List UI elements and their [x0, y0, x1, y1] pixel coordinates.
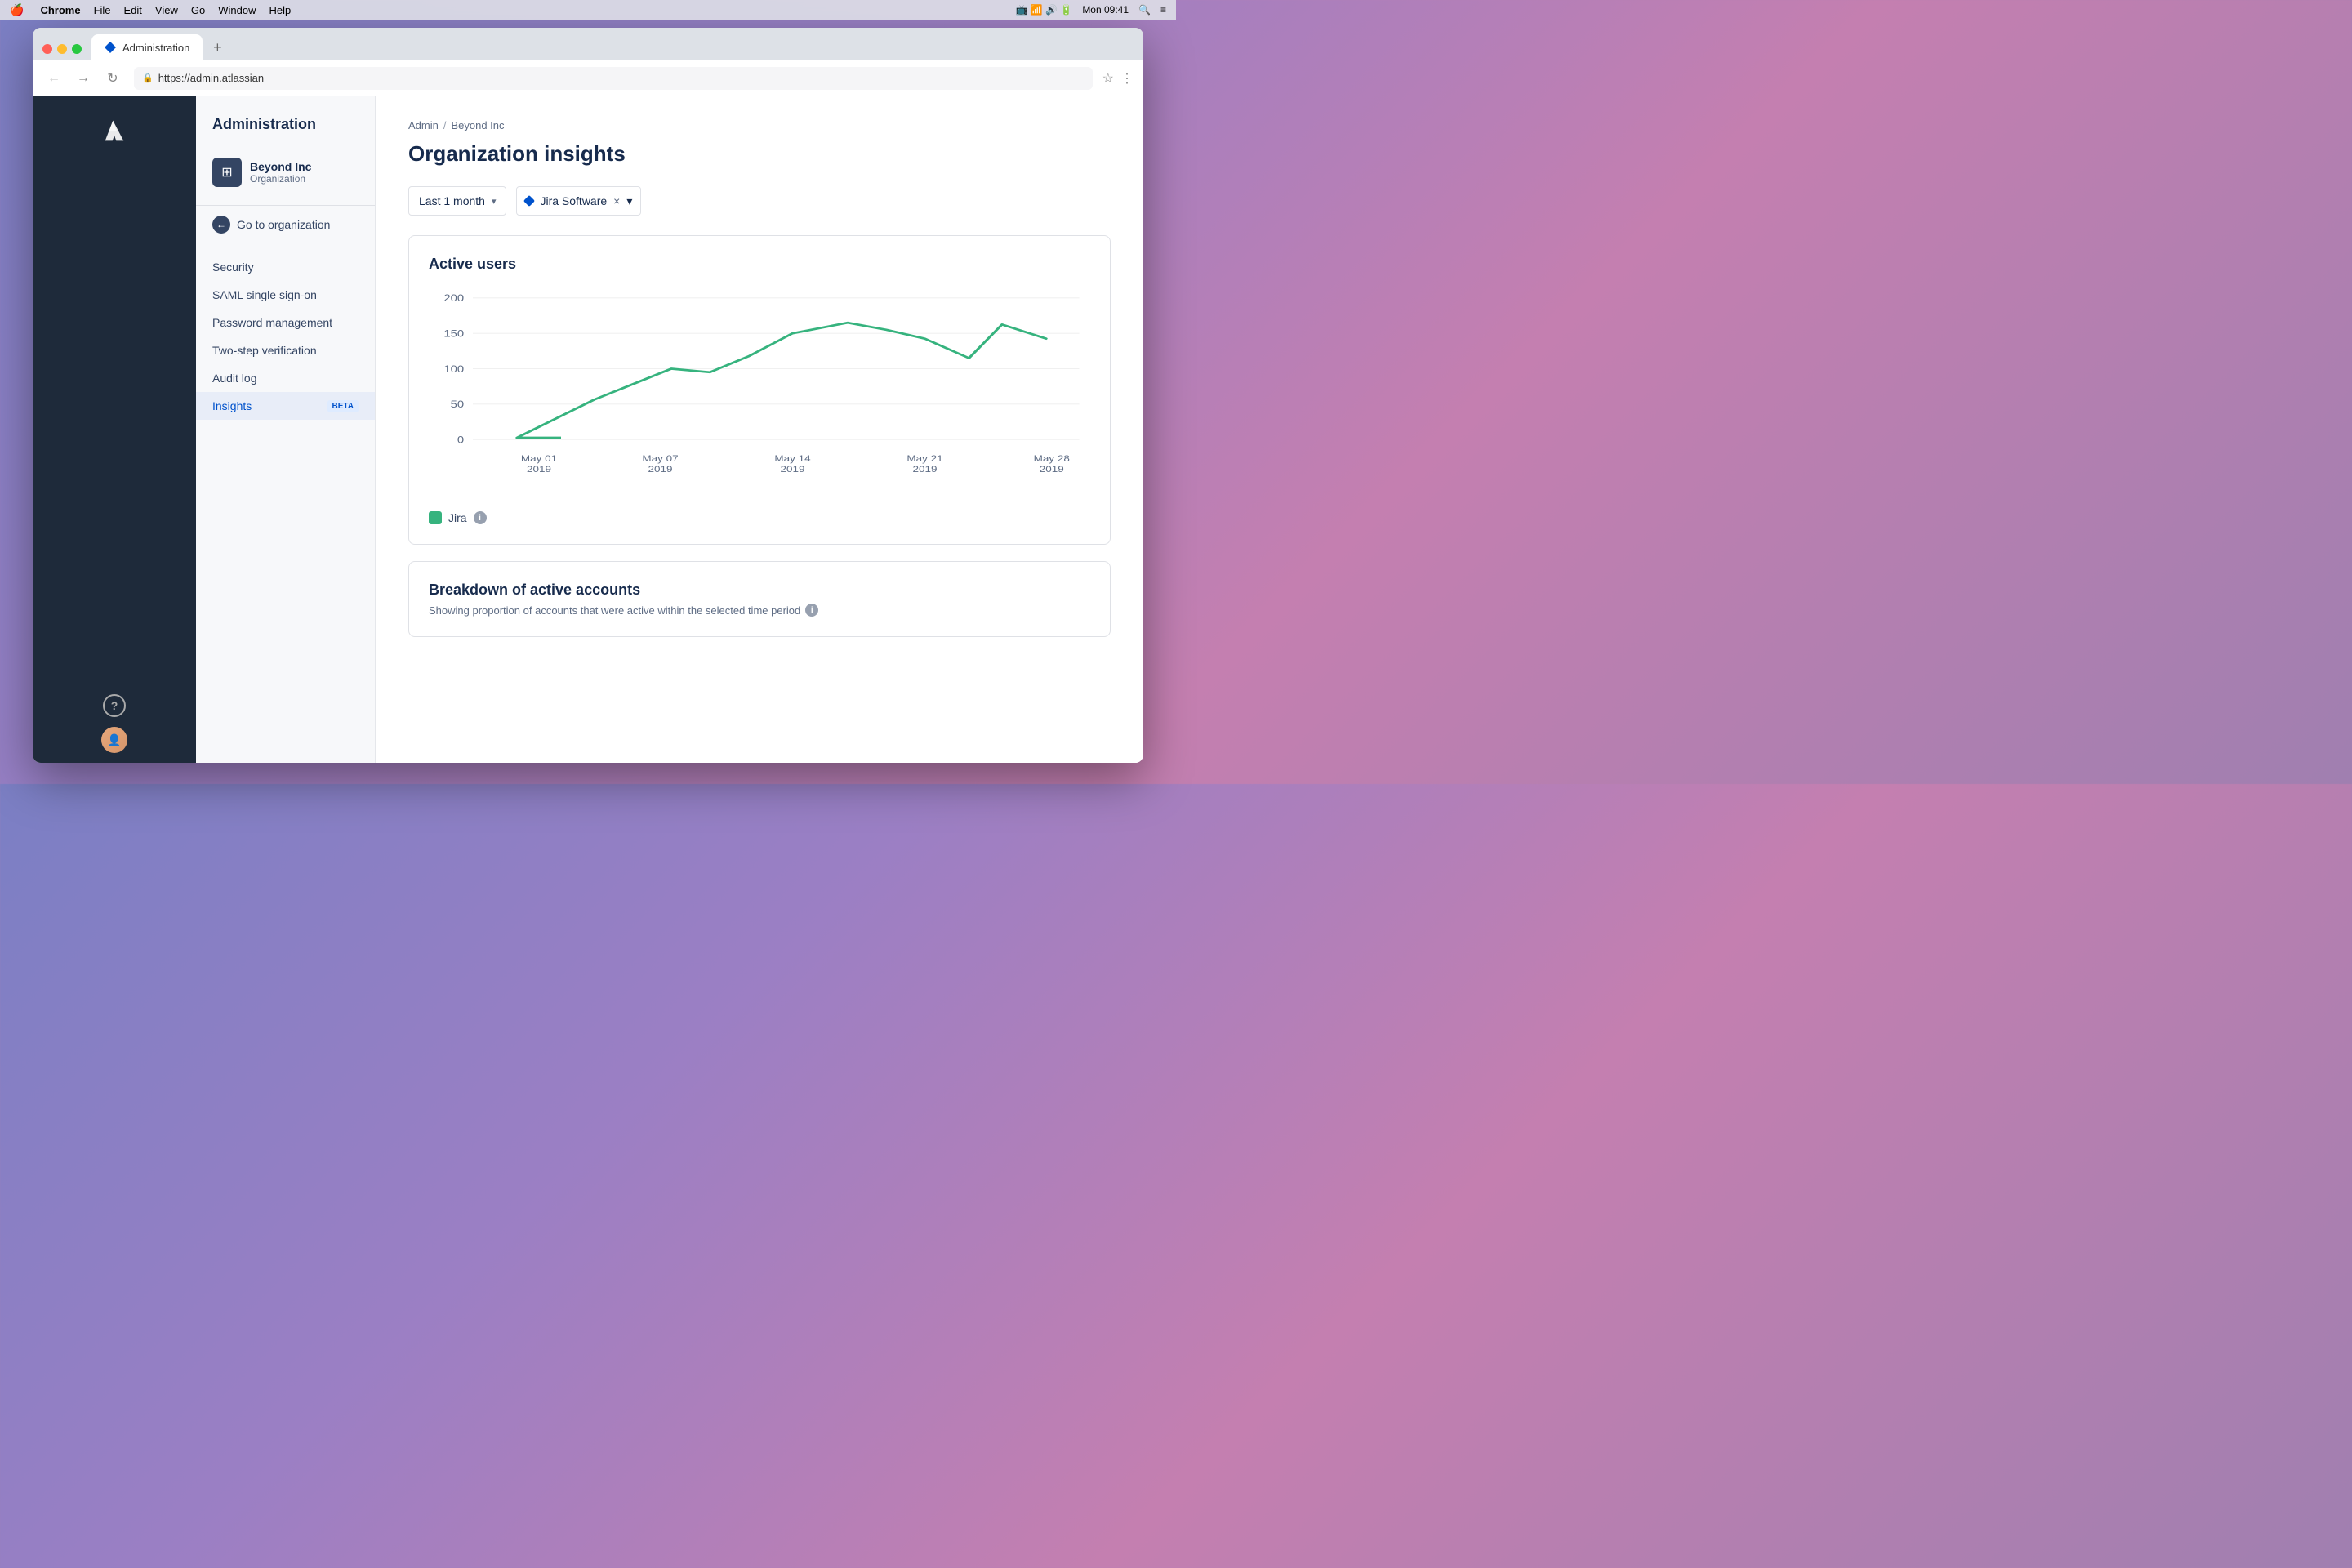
menu-bar: 🍎 Chrome File Edit View Go Window Help 📺… — [0, 0, 1176, 20]
clock: Mon 09:41 — [1082, 4, 1129, 16]
help-button[interactable]: ? — [103, 694, 126, 717]
more-icon[interactable]: ⋮ — [1120, 70, 1134, 87]
legend-color-dot — [429, 511, 442, 524]
nav-item-password[interactable]: Password management — [196, 309, 375, 336]
breadcrumb: Admin / Beyond Inc — [408, 119, 1111, 131]
sidebar: ? 👤 — [33, 96, 196, 763]
breakdown-subtitle: Showing proportion of accounts that were… — [429, 604, 1090, 617]
svg-text:May 14: May 14 — [774, 454, 810, 464]
product-dot-icon — [523, 195, 535, 207]
nav-item-insights[interactable]: Insights BETA — [196, 392, 375, 420]
breadcrumb-org[interactable]: Beyond Inc — [451, 119, 504, 131]
org-name: Beyond Inc — [250, 160, 311, 173]
svg-text:0: 0 — [457, 434, 464, 445]
breakdown-card: Breakdown of active accounts Showing pro… — [408, 561, 1111, 637]
svg-text:May 21: May 21 — [906, 454, 942, 464]
menu-view[interactable]: View — [155, 4, 178, 16]
forward-button[interactable]: → — [72, 67, 95, 90]
legend-info-icon[interactable]: i — [474, 511, 487, 524]
breadcrumb-admin[interactable]: Admin — [408, 119, 439, 131]
chart-legend: Jira i — [429, 511, 1090, 524]
nav-item-security[interactable]: Security — [196, 253, 375, 281]
org-info: Beyond Inc Organization — [250, 160, 311, 185]
goto-org-link[interactable]: ← Go to organization — [196, 205, 375, 240]
bookmark-icon[interactable]: ☆ — [1102, 70, 1114, 87]
svg-text:50: 50 — [451, 399, 465, 410]
atlassian-logo[interactable] — [100, 116, 129, 145]
traffic-lights — [42, 44, 82, 60]
tab-favicon — [105, 42, 116, 53]
reload-button[interactable]: ↻ — [101, 67, 124, 90]
chart-svg: 200 150 100 50 0 May 01 2019 May 07 — [429, 289, 1090, 501]
breadcrumb-separator: / — [443, 119, 447, 131]
breakdown-info-icon[interactable]: i — [805, 604, 818, 617]
svg-text:2019: 2019 — [781, 465, 805, 474]
svg-text:2019: 2019 — [913, 465, 938, 474]
nav-item-saml[interactable]: SAML single sign-on — [196, 281, 375, 309]
beta-badge: BETA — [327, 400, 359, 412]
page-title: Organization insights — [408, 141, 1111, 167]
menu-edit[interactable]: Edit — [124, 4, 142, 16]
breakdown-title: Breakdown of active accounts — [429, 581, 1090, 599]
active-tab[interactable]: Administration — [91, 34, 203, 60]
apple-menu[interactable]: 🍎 — [10, 3, 24, 17]
nav-panel-title: Administration — [196, 116, 375, 133]
svg-text:2019: 2019 — [527, 465, 551, 474]
product-filter-chevron: ▾ — [626, 194, 632, 208]
main-content: Admin / Beyond Inc Organization insights… — [376, 96, 1143, 763]
lock-icon: 🔒 — [142, 73, 154, 83]
product-filter-dropdown[interactable]: Jira Software × ▾ — [516, 186, 641, 216]
nav-item-audit[interactable]: Audit log — [196, 364, 375, 392]
url-bar[interactable]: 🔒 https://admin.atlassian — [134, 67, 1093, 90]
svg-text:200: 200 — [443, 293, 464, 304]
org-item: ⊞ Beyond Inc Organization — [196, 149, 375, 195]
page-content: ? 👤 Administration ⊞ Beyond Inc Organiza… — [33, 96, 1143, 763]
org-type: Organization — [250, 173, 311, 185]
system-icons: 📺 📶 🔊 🔋 — [1016, 4, 1073, 16]
chart-area: 200 150 100 50 0 May 01 2019 May 07 — [429, 289, 1090, 501]
filter-bar: Last 1 month ▾ Jira Software × ▾ — [408, 186, 1111, 216]
control-center-icon[interactable]: ≡ — [1160, 4, 1166, 16]
goto-icon: ← — [212, 216, 230, 234]
goto-label: Go to organization — [237, 218, 330, 231]
svg-text:2019: 2019 — [648, 465, 673, 474]
time-filter-dropdown[interactable]: Last 1 month ▾ — [408, 186, 506, 216]
legend-label: Jira — [448, 511, 467, 524]
menu-help[interactable]: Help — [269, 4, 291, 16]
back-button[interactable]: ← — [42, 67, 65, 90]
close-button[interactable] — [42, 44, 52, 54]
menu-go[interactable]: Go — [191, 4, 205, 16]
nav-panel: Administration ⊞ Beyond Inc Organization… — [196, 96, 376, 763]
search-icon[interactable]: 🔍 — [1138, 4, 1151, 16]
url-text: https://admin.atlassian — [158, 72, 264, 84]
tab-bar: Administration + — [33, 28, 1143, 60]
user-avatar[interactable]: 👤 — [101, 727, 127, 753]
menu-file[interactable]: File — [94, 4, 111, 16]
new-tab-button[interactable]: + — [206, 36, 229, 59]
product-filter-clear[interactable]: × — [613, 194, 620, 207]
minimize-button[interactable] — [57, 44, 67, 54]
svg-text:May 28: May 28 — [1034, 454, 1070, 464]
svg-text:150: 150 — [443, 328, 464, 339]
chart-title: Active users — [429, 256, 1090, 273]
svg-text:May 07: May 07 — [642, 454, 678, 464]
time-filter-label: Last 1 month — [419, 194, 485, 207]
nav-items-list: Security SAML single sign-on Password ma… — [196, 253, 375, 420]
active-users-chart-card: Active users 200 150 100 50 — [408, 235, 1111, 545]
org-icon: ⊞ — [212, 158, 242, 187]
fullscreen-button[interactable] — [72, 44, 82, 54]
svg-text:100: 100 — [443, 363, 464, 374]
svg-text:2019: 2019 — [1040, 465, 1064, 474]
browser-window: Administration + ← → ↻ 🔒 https://admin.a… — [33, 28, 1143, 763]
menu-window[interactable]: Window — [218, 4, 256, 16]
nav-item-twostep[interactable]: Two-step verification — [196, 336, 375, 364]
svg-text:May 01: May 01 — [521, 454, 557, 464]
time-filter-chevron: ▾ — [492, 196, 497, 207]
app-name[interactable]: Chrome — [40, 4, 80, 16]
product-filter-label: Jira Software — [540, 194, 607, 207]
tab-title: Administration — [122, 42, 189, 54]
address-bar: ← → ↻ 🔒 https://admin.atlassian ☆ ⋮ — [33, 60, 1143, 96]
